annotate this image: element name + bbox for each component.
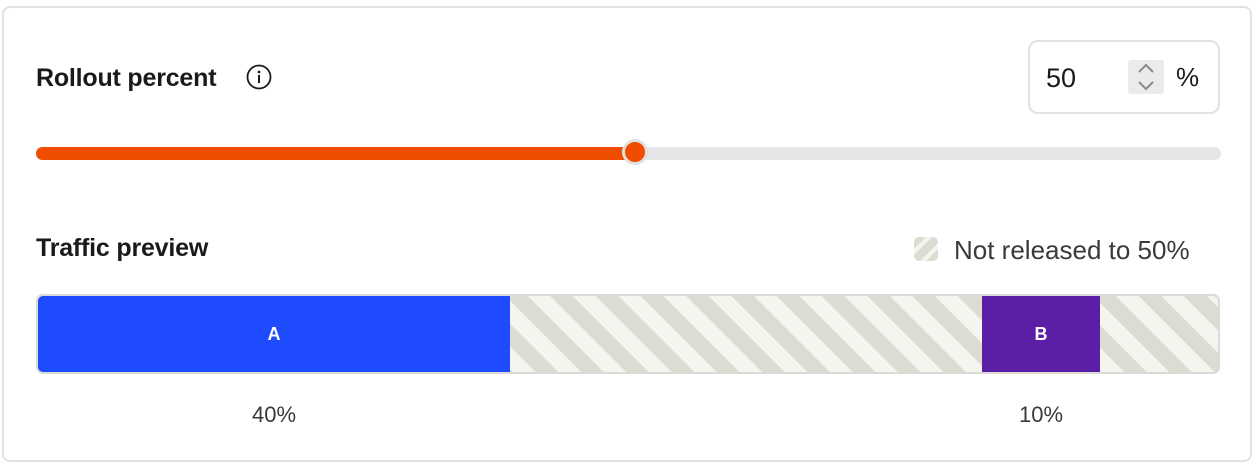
rollout-slider-thumb[interactable] (621, 139, 648, 165)
percent-stepper[interactable] (1128, 60, 1164, 94)
rollout-percent-label: Rollout percent (36, 64, 217, 92)
not-released-legend: Not released to 50% (954, 235, 1190, 265)
percent-unit: % (1176, 62, 1200, 92)
segment-percent-b: 10% (1018, 402, 1064, 427)
percent-input[interactable] (1046, 60, 1116, 96)
rollout-slider-fill (36, 147, 635, 160)
traffic-preview-label: Traffic preview (36, 234, 209, 262)
striped-swatch-icon (914, 237, 938, 261)
segment-a: A (38, 296, 510, 372)
chevron-up-down-icon (1138, 63, 1154, 91)
segment-b: B (982, 296, 1100, 372)
info-icon[interactable] (246, 64, 272, 90)
traffic-bar: AB (36, 294, 1220, 374)
segment-percent-a: 40% (251, 402, 297, 427)
